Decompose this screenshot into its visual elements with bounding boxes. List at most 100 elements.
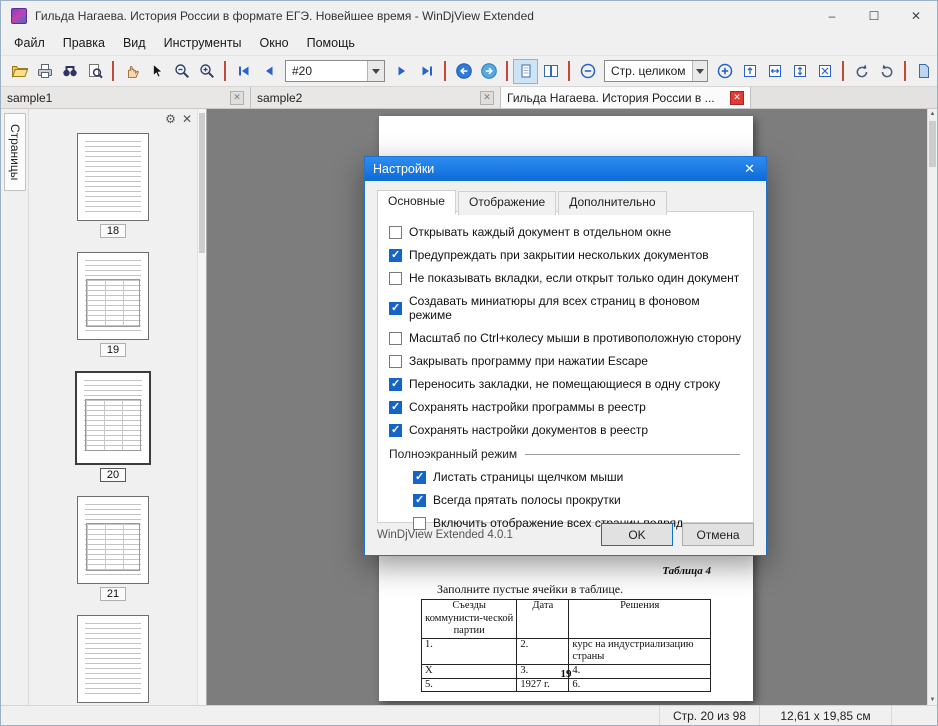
- page-thumbnail[interactable]: [77, 133, 149, 221]
- last-page-button[interactable]: [414, 59, 439, 84]
- scroll-up-icon[interactable]: ▲: [928, 109, 937, 119]
- page-thumbnail[interactable]: [77, 252, 149, 340]
- rotate-right-button[interactable]: [874, 59, 899, 84]
- next-page-button[interactable]: [389, 59, 414, 84]
- option-warn-closing-multiple[interactable]: Предупреждать при закрытии нескольких до…: [389, 248, 742, 262]
- checkbox[interactable]: [389, 301, 402, 315]
- option-wrap-bookmarks[interactable]: Переносить закладки, не помещающиеся в о…: [389, 377, 742, 391]
- tab-advanced[interactable]: Дополнительно: [558, 191, 667, 215]
- page-combo-dropdown[interactable]: [367, 61, 384, 81]
- fit-visible-button[interactable]: [737, 59, 762, 84]
- thumbnail-item[interactable]: 21: [77, 496, 149, 601]
- menu-item-help[interactable]: Помощь: [298, 33, 364, 53]
- ok-button[interactable]: OK: [601, 523, 673, 546]
- zoom-increase-button[interactable]: [712, 59, 737, 84]
- checkbox[interactable]: [389, 225, 402, 239]
- scrollbar-thumb[interactable]: [929, 121, 936, 167]
- dialog-close-icon[interactable]: ✕: [741, 161, 758, 177]
- checkbox[interactable]: [389, 400, 402, 414]
- checkbox[interactable]: [413, 493, 426, 507]
- tab-active-document[interactable]: Гильда Нагаева. История России в ... ✕: [501, 87, 751, 108]
- find-in-document-button[interactable]: [82, 59, 107, 84]
- option-fullscreen-click-turn[interactable]: Листать страницы щелчком мыши: [389, 470, 742, 484]
- prev-page-button[interactable]: [256, 59, 281, 84]
- menu-item-view[interactable]: Вид: [114, 33, 155, 53]
- mode-color-button[interactable]: [911, 59, 936, 84]
- tab-close-icon[interactable]: ✕: [230, 90, 244, 105]
- menu-item-file[interactable]: Файл: [5, 33, 54, 53]
- find-button[interactable]: [57, 59, 82, 84]
- dialog-titlebar[interactable]: Настройки ✕: [365, 157, 766, 181]
- thumbnail-item[interactable]: 19: [77, 252, 149, 357]
- dialog-footer: WinDjView Extended 4.0.1 OK Отмена: [377, 523, 754, 546]
- thumbnail-item-current[interactable]: 20: [75, 371, 151, 482]
- option-generate-thumbnails[interactable]: Создавать миниатюры для всех страниц в ф…: [389, 294, 742, 322]
- history-back-button[interactable]: [451, 59, 476, 84]
- history-forward-button[interactable]: [476, 59, 501, 84]
- statusbar: Стр. 20 из 98 12,61 x 19,85 см: [1, 705, 937, 725]
- option-hide-tabs-single-doc[interactable]: Не показывать вкладки, если открыт тольк…: [389, 271, 742, 285]
- sidebar-tab-pages[interactable]: Страницы: [4, 113, 26, 192]
- option-label: Листать страницы щелчком мыши: [433, 470, 624, 484]
- checkbox[interactable]: [389, 423, 402, 437]
- page-thumbnail[interactable]: [77, 615, 149, 703]
- option-save-program-settings[interactable]: Сохранять настройки программы в реестр: [389, 400, 742, 414]
- checkbox[interactable]: [389, 248, 402, 262]
- gear-icon[interactable]: ⚙: [165, 113, 176, 125]
- scrollbar-thumb[interactable]: [199, 113, 205, 253]
- fit-page-button[interactable]: [812, 59, 837, 84]
- menu-item-window[interactable]: Окно: [251, 33, 298, 53]
- panel-close-icon[interactable]: ✕: [182, 113, 192, 125]
- pan-tool-button[interactable]: [119, 59, 144, 84]
- checkbox[interactable]: [389, 354, 402, 368]
- zoom-in-tool-button[interactable]: [194, 59, 219, 84]
- prev-page-icon: [265, 66, 272, 76]
- page-thumbnail[interactable]: [77, 496, 149, 584]
- checkbox[interactable]: [389, 271, 402, 285]
- zoom-combo-dropdown[interactable]: [691, 61, 707, 81]
- scroll-down-icon[interactable]: ▼: [928, 695, 937, 705]
- tab-display[interactable]: Отображение: [457, 191, 557, 215]
- print-button[interactable]: [32, 59, 57, 84]
- open-button[interactable]: [7, 59, 32, 84]
- zoom-decrease-button[interactable]: [575, 59, 600, 84]
- menu-item-edit[interactable]: Правка: [54, 33, 114, 53]
- checkbox[interactable]: [389, 331, 402, 345]
- thumbnail-item[interactable]: 18: [77, 133, 149, 238]
- chevron-down-icon: [695, 68, 704, 74]
- option-invert-wheel-zoom[interactable]: Масштаб по Ctrl+колесу мыши в противопол…: [389, 331, 742, 345]
- tab-sample1[interactable]: sample1 ✕: [1, 87, 251, 108]
- page-thumbnail[interactable]: [75, 371, 151, 465]
- layout-facing-pages-button[interactable]: [538, 59, 563, 84]
- cancel-button[interactable]: Отмена: [682, 523, 754, 546]
- rotate-left-button[interactable]: [849, 59, 874, 84]
- checkbox[interactable]: [389, 377, 402, 391]
- zoom-mode-combo[interactable]: Стр. целиком: [604, 60, 708, 82]
- app-window: Гильда Нагаева. История России в формате…: [0, 0, 938, 726]
- fit-width-button[interactable]: [762, 59, 787, 84]
- table-cell: 1927 г.: [516, 677, 570, 693]
- main-vertical-scrollbar[interactable]: ▲ ▼: [927, 109, 937, 705]
- maximize-button[interactable]: ☐: [853, 1, 895, 31]
- layout-single-page-button[interactable]: [513, 58, 538, 84]
- option-close-on-escape[interactable]: Закрывать программу при нажатии Escape: [389, 354, 742, 368]
- zoom-out-tool-button[interactable]: [169, 59, 194, 84]
- minimize-button[interactable]: –: [811, 1, 853, 31]
- page-number-combo[interactable]: #20: [285, 60, 385, 82]
- thumbnails-scrollbar[interactable]: [197, 109, 206, 705]
- tab-general[interactable]: Основные: [377, 190, 456, 214]
- fit-height-button[interactable]: [787, 59, 812, 84]
- menu-item-tools[interactable]: Инструменты: [155, 33, 251, 53]
- option-fullscreen-hide-scrollbars[interactable]: Всегда прятать полосы прокрутки: [389, 493, 742, 507]
- tab-close-icon[interactable]: ✕: [480, 90, 494, 105]
- option-save-document-settings[interactable]: Сохранять настройки документов в реестр: [389, 423, 742, 437]
- tab-close-icon[interactable]: ✕: [730, 90, 744, 105]
- option-open-separate-window[interactable]: Открывать каждый документ в отдельном ок…: [389, 225, 742, 239]
- tab-sample2[interactable]: sample2 ✕: [251, 87, 501, 108]
- thumbnail-item-partial[interactable]: [77, 615, 149, 703]
- close-button[interactable]: ✕: [895, 1, 937, 31]
- select-tool-button[interactable]: [144, 59, 169, 84]
- checkbox[interactable]: [413, 470, 426, 484]
- first-page-button[interactable]: [231, 59, 256, 84]
- table-header-cell: Съезды коммунисти-ческой партии: [420, 599, 518, 639]
